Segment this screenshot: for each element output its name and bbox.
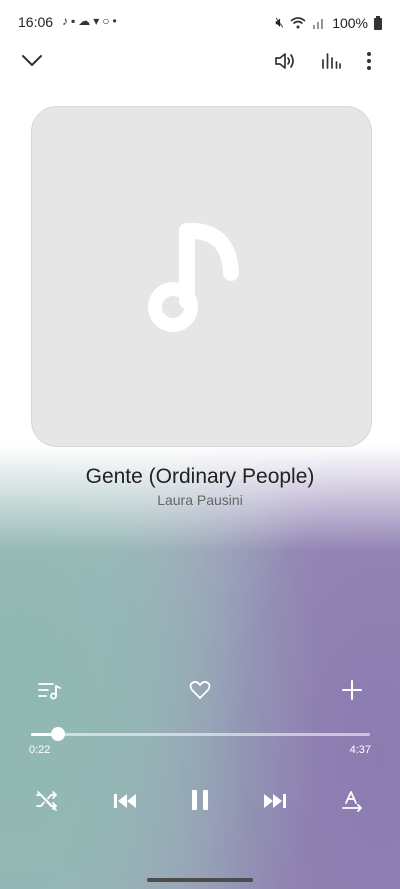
repeat-off-icon <box>342 791 362 812</box>
music-note-icon <box>147 222 239 332</box>
wifi-icon <box>290 16 306 28</box>
seek-bar-thumb[interactable] <box>51 727 66 741</box>
cloud-icon: ☁ <box>78 14 94 28</box>
seek-bar[interactable] <box>31 727 370 741</box>
artist-name[interactable]: Laura Pausini <box>0 492 400 508</box>
status-time: 16:06 <box>18 14 54 30</box>
plus-icon <box>342 680 362 700</box>
more-vertical-icon <box>367 52 371 70</box>
teams-icon: ▾ <box>93 14 103 28</box>
chevron-down-icon <box>22 55 42 66</box>
music-note-icon: ♪ <box>62 14 71 28</box>
equalizer-button[interactable] <box>316 46 346 76</box>
equalizer-icon <box>322 53 341 69</box>
home-indicator[interactable] <box>147 878 253 882</box>
repeat-button[interactable] <box>338 786 368 816</box>
mute-icon: 🔇︎ <box>275 14 285 30</box>
total-time: 4:37 <box>349 744 371 756</box>
playlist-icon <box>38 683 61 700</box>
system-icons: 🔇︎ 100% <box>275 14 382 31</box>
status-bar: 16:06 ♪▪☁▾○• 🔇︎ 100% <box>0 0 400 44</box>
add-to-playlist-button[interactable] <box>338 676 366 704</box>
more-options-button[interactable] <box>358 46 380 76</box>
skip-next-icon <box>264 794 286 808</box>
signal-icon <box>313 18 324 29</box>
next-button[interactable] <box>258 786 292 816</box>
volume-button[interactable] <box>270 46 300 76</box>
song-title: Gente (Ordinary People) <box>85 465 315 488</box>
player-toolbar <box>0 46 400 80</box>
favorite-button[interactable] <box>186 676 214 704</box>
battery-level: 100% <box>332 14 368 31</box>
circle-icon: ○ <box>102 14 113 28</box>
pause-button[interactable] <box>184 782 216 818</box>
notification-icons: ♪▪☁▾○• <box>62 14 120 28</box>
heart-icon <box>189 680 211 699</box>
playlist-button[interactable] <box>34 676 64 704</box>
collapse-button[interactable] <box>18 46 46 76</box>
elapsed-time: 0:22 <box>29 744 51 756</box>
shuffle-off-icon <box>36 791 57 811</box>
battery-icon <box>374 15 382 30</box>
speaker-icon <box>275 53 294 69</box>
album-art <box>31 106 372 447</box>
pause-icon <box>192 790 208 810</box>
shuffle-button[interactable] <box>32 786 62 816</box>
skip-previous-icon <box>114 794 136 808</box>
previous-button[interactable] <box>108 786 142 816</box>
dot-icon: • <box>112 14 120 28</box>
